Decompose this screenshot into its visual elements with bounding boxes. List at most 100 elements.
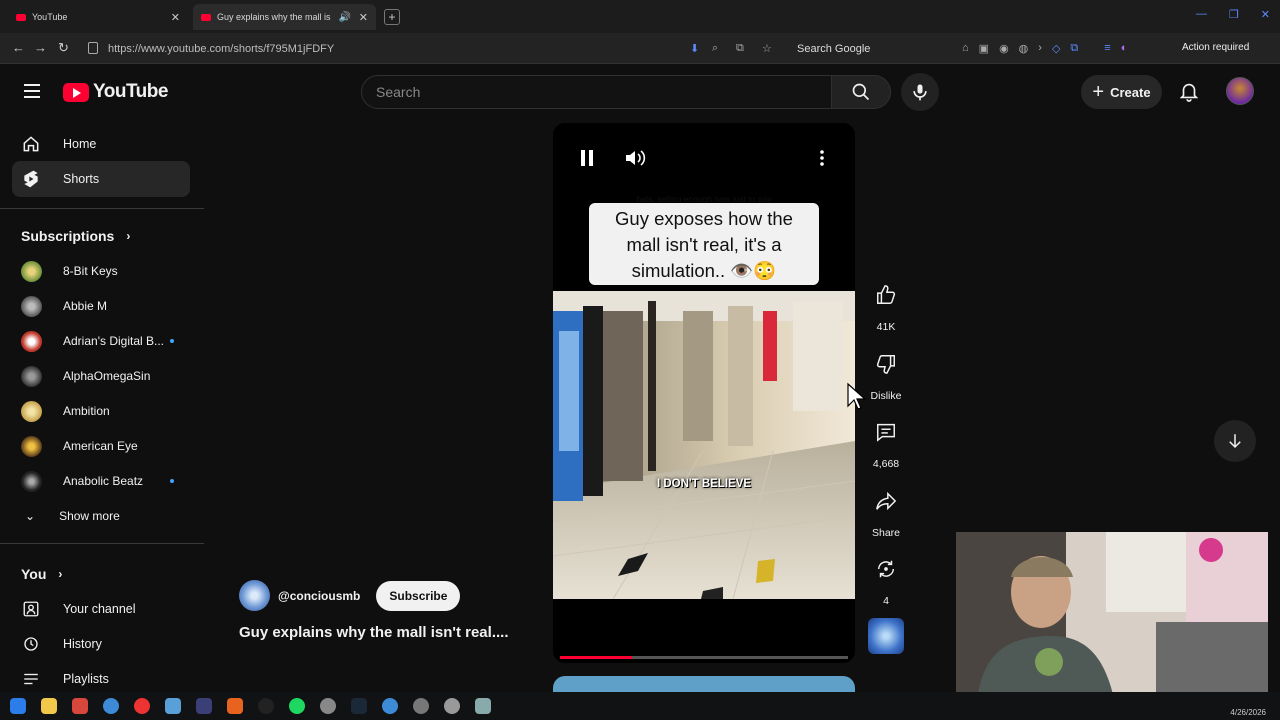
subscribe-button[interactable]: Subscribe	[376, 580, 461, 611]
sidebar-item-label: History	[63, 637, 102, 651]
caption-line: simulation.. 👁️😳	[631, 260, 777, 281]
window-controls: — ❐ ✕	[1196, 8, 1270, 21]
shorts-player[interactable]: hats, selling enough hats just to pay tw…	[553, 123, 855, 663]
search-input[interactable]	[362, 76, 831, 108]
dislike-button[interactable]: Dislike	[862, 344, 910, 402]
audio-playing-icon[interactable]: 🔊	[339, 12, 351, 23]
browser-tab-active[interactable]: Guy explains why the mall is 🔊 ✕	[193, 4, 376, 30]
app-icon[interactable]	[165, 698, 181, 714]
steam-icon[interactable]	[351, 698, 367, 714]
subscriptions-heading[interactable]: Subscriptions ›	[21, 228, 130, 244]
back-icon[interactable]: ←	[12, 40, 25, 55]
search-google-box[interactable]: Search Google	[790, 38, 950, 59]
app-icon[interactable]	[72, 698, 88, 714]
tab-title: Guy explains why the mall is	[217, 12, 331, 22]
sidebar-item-shorts[interactable]: Shorts	[12, 161, 190, 197]
youtube-logo[interactable]: YouTube	[63, 81, 168, 103]
sidebar-subscription[interactable]: Ambition	[12, 394, 190, 428]
short-title[interactable]: Guy explains why the mall isn't real....	[239, 624, 539, 641]
pause-icon	[581, 150, 593, 166]
more-options-button[interactable]	[819, 149, 825, 172]
sidebar-item-your-channel[interactable]: Your channel	[12, 591, 190, 627]
volume-button[interactable]	[625, 149, 647, 172]
menu-icon[interactable]	[24, 84, 40, 98]
show-more-button[interactable]: ⌄ Show more	[12, 499, 190, 533]
app-icon[interactable]	[320, 698, 336, 714]
sidebar-subscription[interactable]: 8-Bit Keys	[12, 254, 190, 288]
install-app-icon[interactable]: ⧉	[736, 42, 744, 55]
settings-icon[interactable]	[475, 698, 491, 714]
dislike-label: Dislike	[870, 390, 902, 402]
close-window-icon[interactable]: ✕	[1261, 8, 1270, 21]
extension-icon[interactable]: ▣	[979, 42, 989, 55]
sidebar-subscription[interactable]: Adrian's Digital B...	[12, 324, 190, 358]
action-required-label[interactable]: Action required	[1182, 42, 1249, 53]
extension-icon[interactable]: ◇	[1052, 42, 1060, 55]
sound-channel-thumbnail[interactable]	[868, 618, 904, 654]
subscription-label: Adrian's Digital B...	[63, 334, 164, 348]
app-icon[interactable]	[413, 698, 429, 714]
sidebar-item-history[interactable]: History	[12, 626, 190, 662]
reload-icon[interactable]: ↻	[58, 40, 69, 56]
mouse-cursor	[846, 382, 867, 415]
new-tab-button[interactable]: +	[384, 9, 400, 25]
extension-icon[interactable]: ⧉	[1070, 42, 1078, 55]
sidebar-subscription[interactable]: American Eye	[12, 429, 190, 463]
voice-search-button[interactable]	[901, 73, 939, 111]
history-icon	[19, 635, 43, 653]
url-field[interactable]: https://www.youtube.com/shorts/f795M1jFD…	[84, 37, 784, 60]
browser-icon[interactable]	[103, 698, 119, 714]
app-icon[interactable]	[258, 698, 274, 714]
channel-name[interactable]: @conciousmb	[278, 589, 360, 603]
sidebar-subscription[interactable]: Abbie M	[12, 289, 190, 323]
app-icon[interactable]	[227, 698, 243, 714]
comments-button[interactable]: 4,668	[862, 412, 910, 470]
progress-bar[interactable]	[560, 656, 848, 659]
caption-line: Guy exposes how the	[615, 208, 793, 229]
sidebar-subscription[interactable]: Anabolic Beatz	[12, 464, 190, 498]
extension-icon[interactable]: ◉	[999, 42, 1009, 55]
video-frame	[553, 291, 855, 600]
you-heading[interactable]: You ›	[21, 566, 62, 582]
site-info-icon[interactable]	[88, 42, 98, 54]
sidebar-item-home[interactable]: Home	[12, 126, 190, 162]
remix-button[interactable]: 4	[862, 549, 910, 607]
playlists-icon	[19, 670, 43, 688]
create-button[interactable]: + Create	[1081, 75, 1162, 109]
minimize-icon[interactable]: —	[1196, 8, 1207, 21]
subscription-label: American Eye	[63, 439, 138, 453]
extension-icon[interactable]: ≡	[1104, 42, 1110, 55]
sidebar-item-label: Playlists	[63, 672, 109, 686]
youtube-play-icon	[63, 82, 89, 102]
spotify-icon[interactable]	[289, 698, 305, 714]
extension-icon[interactable]: ◐	[1121, 42, 1128, 55]
search-button[interactable]	[831, 75, 891, 109]
browser-tab-youtube[interactable]: YouTube ✕	[8, 4, 188, 30]
share-button[interactable]: Share	[862, 481, 910, 539]
start-icon[interactable]	[10, 698, 26, 714]
pause-button[interactable]	[579, 149, 595, 172]
browser-icon[interactable]	[382, 698, 398, 714]
divider	[0, 208, 204, 209]
app-icon[interactable]	[444, 698, 460, 714]
close-tab-icon[interactable]: ✕	[171, 11, 180, 24]
zoom-icon[interactable]: ⌕	[712, 42, 718, 55]
sidebar-subscription[interactable]: AlphaOmegaSin	[12, 359, 190, 393]
next-video-button[interactable]	[1214, 420, 1256, 462]
extension-icon[interactable]: ›	[1038, 42, 1042, 55]
close-tab-icon[interactable]: ✕	[359, 11, 368, 24]
forward-icon[interactable]: →	[34, 40, 47, 55]
bookmark-star-icon[interactable]: ☆	[762, 42, 772, 55]
like-button[interactable]: 41K	[862, 275, 910, 333]
download-icon[interactable]: ⬇	[690, 42, 699, 55]
app-icon[interactable]	[196, 698, 212, 714]
notifications-button[interactable]	[1178, 79, 1200, 108]
file-explorer-icon[interactable]	[41, 698, 57, 714]
search-icon	[852, 83, 870, 101]
extension-icon[interactable]: ◍	[1019, 42, 1029, 55]
opera-icon[interactable]	[134, 698, 150, 714]
account-avatar[interactable]	[1226, 77, 1254, 105]
home-icon[interactable]: ⌂	[962, 42, 969, 55]
channel-avatar[interactable]	[239, 580, 270, 611]
maximize-icon[interactable]: ❐	[1229, 8, 1239, 21]
